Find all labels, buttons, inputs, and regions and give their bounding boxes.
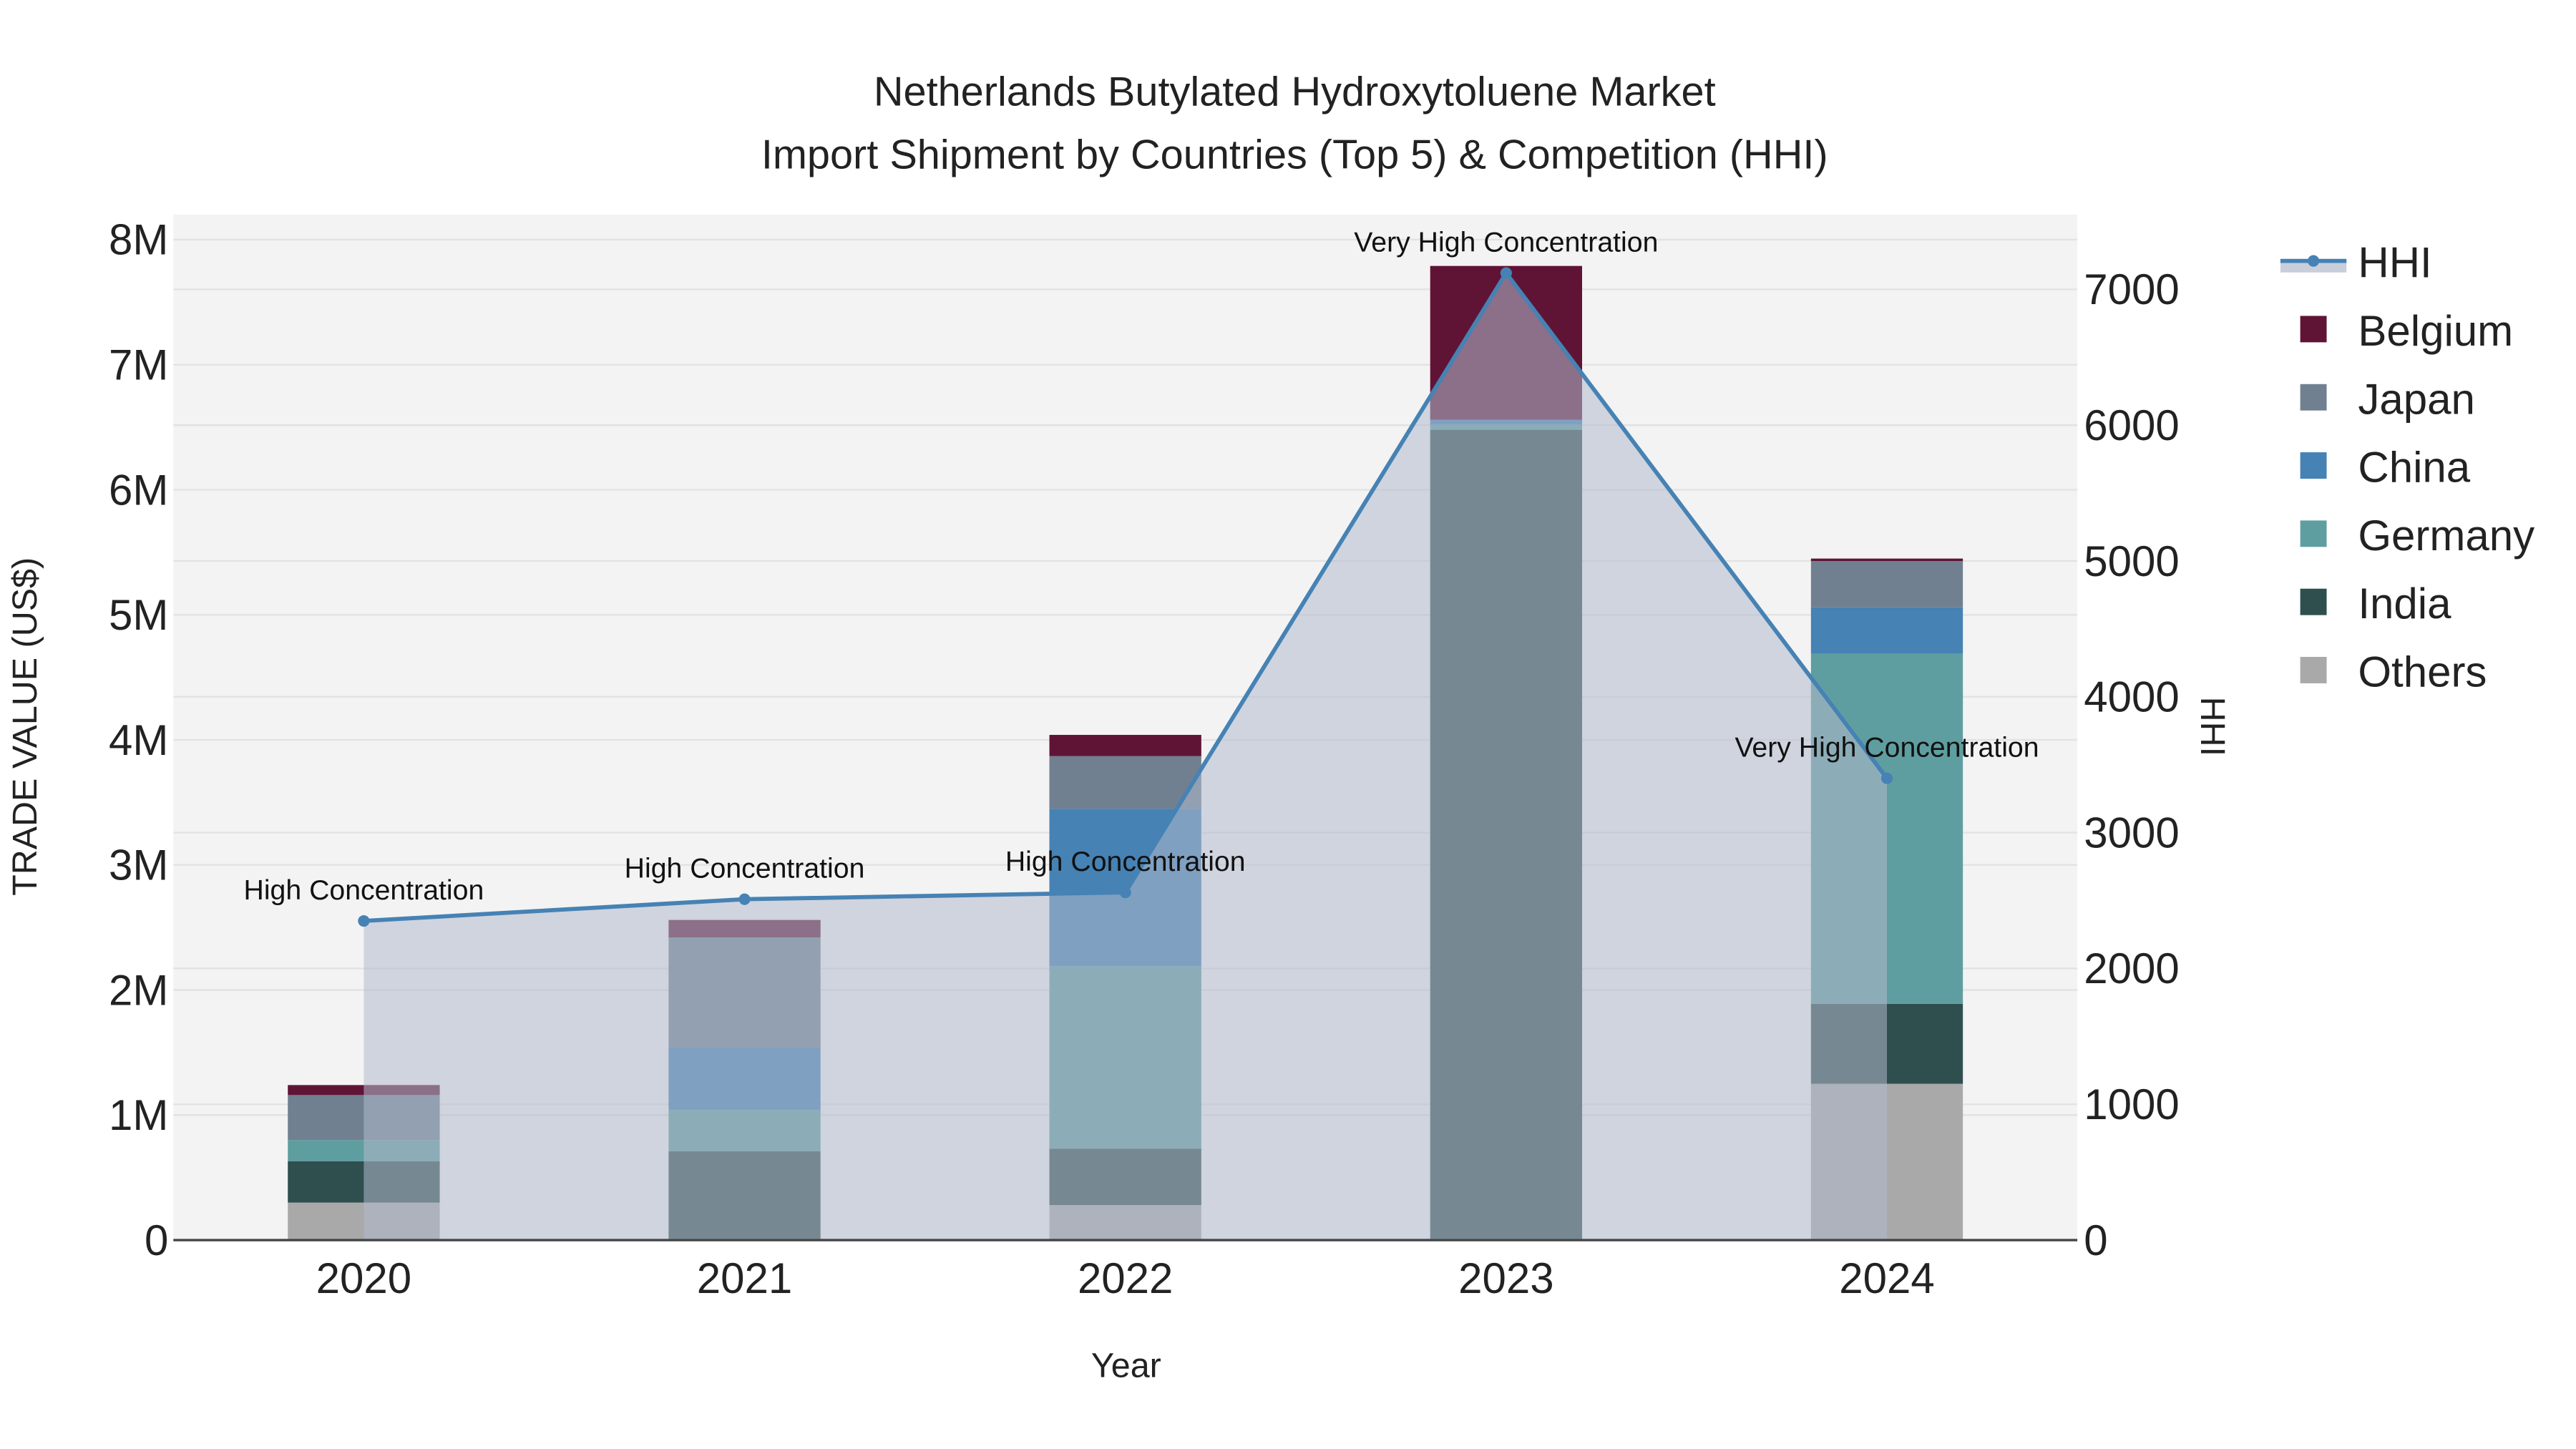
chart: High Concentration High Concentration High… <box>0 0 2576 1449</box>
x-tick-label: 2023 <box>1458 1254 1553 1302</box>
legend-swatch-china <box>2300 452 2327 479</box>
hhi-annotation: Very High Concentration <box>1354 227 1658 258</box>
hhi-annotation: High Concentration <box>244 874 484 906</box>
y2-tick-label: 0 <box>2084 1216 2107 1264</box>
y-tick-label: 2M <box>109 966 168 1014</box>
bar-japan-2022 <box>1049 756 1201 809</box>
legend-swatch-india <box>2300 588 2327 615</box>
bar-belgium-2022 <box>1049 735 1201 756</box>
legend-label-belgium: Belgium <box>2358 307 2513 355</box>
x-tick-label: 2022 <box>1078 1254 1173 1302</box>
hhi-point <box>738 893 751 905</box>
y-tick-label: 6M <box>109 466 168 514</box>
y2-tick-label: 2000 <box>2084 945 2179 992</box>
y-tick-label: 4M <box>109 716 168 764</box>
legend-label-china: China <box>2358 444 2470 492</box>
y-tick-label: 3M <box>109 841 168 889</box>
y-axis-ticks: 0 1M 2M 3M 4M 5M 6M 7M 8M <box>109 216 168 1264</box>
hhi-annotation: Very High Concentration <box>1735 732 2039 763</box>
legend-label-germany: Germany <box>2358 512 2534 560</box>
y-tick-label: 8M <box>109 216 168 264</box>
hhi-annotation: High Concentration <box>625 853 865 884</box>
hhi-point <box>1880 772 1893 784</box>
y2-axis-label: HHI <box>2193 697 2232 756</box>
x-tick-label: 2021 <box>697 1254 792 1302</box>
x-tick-label: 2024 <box>1839 1254 1934 1302</box>
chart-title: Netherlands Butylated Hydroxytoluene Mar… <box>874 69 1716 115</box>
y-tick-label: 0 <box>145 1216 168 1264</box>
legend-swatch-japan <box>2300 384 2327 411</box>
bar-belgium-2024 <box>1810 558 1963 562</box>
legend-swatch-belgium <box>2300 316 2327 343</box>
legend-swatch-germany <box>2300 520 2327 547</box>
hhi-point <box>1119 887 1131 899</box>
x-axis-label: Year <box>1091 1347 1161 1385</box>
y-tick-label: 1M <box>109 1091 168 1139</box>
legend-label-hhi: HHI <box>2358 239 2431 287</box>
y2-tick-label: 4000 <box>2084 673 2179 721</box>
y2-tick-label: 3000 <box>2084 809 2179 857</box>
hhi-annotation: High Concentration <box>1005 846 1246 877</box>
y-axis-label: TRADE VALUE (US$) <box>6 557 44 896</box>
hhi-point <box>1500 267 1512 279</box>
chart-subtitle: Import Shipment by Countries (Top 5) & C… <box>761 132 1828 177</box>
legend-swatch-others <box>2300 657 2327 683</box>
bar-japan-2024 <box>1810 561 1963 608</box>
y2-tick-label: 1000 <box>2084 1080 2179 1128</box>
y2-tick-label: 7000 <box>2084 265 2179 313</box>
x-tick-label: 2020 <box>316 1254 411 1302</box>
bar-china-2024 <box>1810 607 1963 654</box>
legend-hhi-marker <box>2308 255 2320 267</box>
legend-label-japan: Japan <box>2358 375 2474 423</box>
legend-label-india: India <box>2358 580 2451 628</box>
hhi-point <box>358 914 370 927</box>
y2-tick-label: 5000 <box>2084 537 2179 585</box>
y2-tick-label: 6000 <box>2084 401 2179 449</box>
legend-label-others: Others <box>2358 648 2487 696</box>
y-tick-label: 7M <box>109 341 168 389</box>
y-tick-label: 5M <box>109 591 168 639</box>
